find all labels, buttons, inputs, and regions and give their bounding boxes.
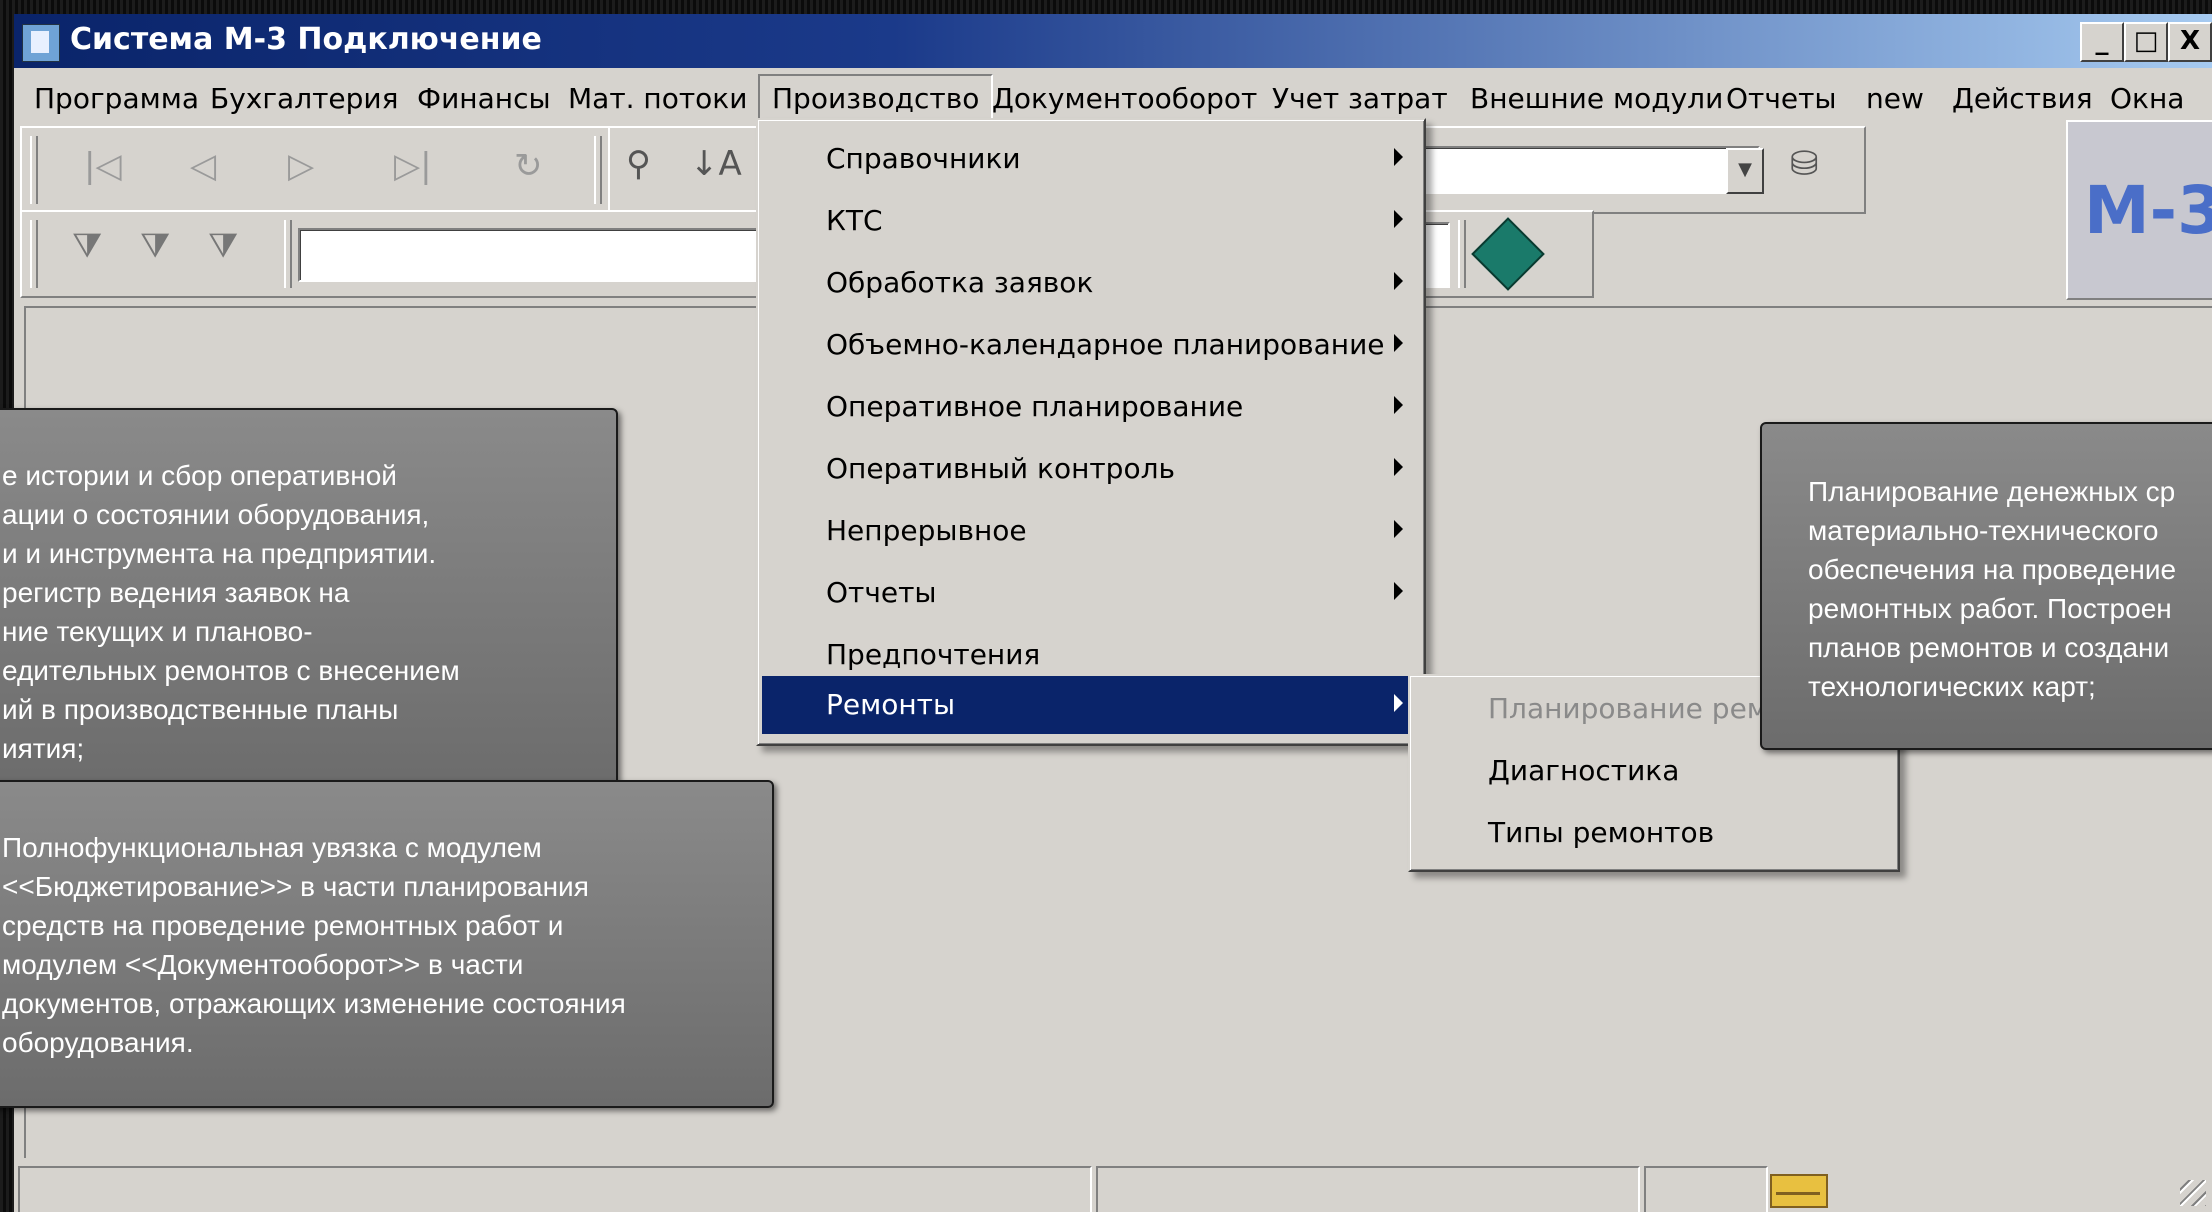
menu-item-operational-planning[interactable]: Оперативное планирование xyxy=(762,378,1420,436)
toolbar-separator xyxy=(594,136,602,204)
sort-toolbar: ⚲ ↓A xyxy=(608,126,762,214)
logo-text: М-3 xyxy=(2084,172,2212,249)
callout-planning: Планирование денежных ср материально-тех… xyxy=(1760,422,2212,750)
callout-line: регистр ведения заявок на xyxy=(2,577,350,608)
chevron-down-icon[interactable]: ▼ xyxy=(1726,148,1764,194)
refresh-icon[interactable]: ↻ xyxy=(514,146,543,186)
callout-line: оборудования. xyxy=(2,1027,194,1058)
menu-cost-accounting[interactable]: Учет затрат xyxy=(1272,82,1448,115)
status-bar xyxy=(14,1158,2212,1212)
callout-line: ий в производственные планы xyxy=(2,694,399,725)
menu-item-kts[interactable]: КТС xyxy=(762,192,1420,250)
filter-clear-icon[interactable]: ⧩ xyxy=(208,226,238,266)
maximize-button[interactable]: □ xyxy=(2124,22,2168,62)
submenu-arrow-icon xyxy=(1394,148,1403,166)
query-toolbar: ▼ ⛁ xyxy=(1414,126,1866,214)
menu-item-repair-types[interactable]: Типы ремонтов xyxy=(1412,804,1892,862)
minimize-button[interactable]: _ xyxy=(2080,22,2124,62)
submenu-arrow-icon xyxy=(1394,458,1403,476)
submenu-arrow-icon xyxy=(1394,520,1403,538)
callout-line: ние текущих и планово- xyxy=(2,616,313,647)
status-panel-2 xyxy=(1096,1166,1640,1212)
query-combobox[interactable] xyxy=(1416,146,1760,194)
menu-reports[interactable]: Отчеты xyxy=(1726,82,1837,115)
menu-item-operational-control[interactable]: Оперативный контроль xyxy=(762,440,1420,498)
submenu-arrow-icon xyxy=(1394,334,1403,352)
menu-production[interactable]: Производство xyxy=(758,74,994,121)
callout-line: модулем <<Документооборот>> в части xyxy=(2,949,524,980)
status-panel-3 xyxy=(1644,1166,1768,1212)
production-menu: Справочники КТС Обработка заявок Объемно… xyxy=(756,118,1426,746)
nav-prev-icon[interactable]: ◁ xyxy=(190,146,216,186)
resize-grip[interactable] xyxy=(2180,1180,2206,1206)
menu-finance[interactable]: Финансы xyxy=(417,82,551,115)
callout-line: планов ремонтов и создани xyxy=(1808,632,2170,663)
search-field-icon[interactable]: ⚲ xyxy=(626,144,651,184)
callout-line: и и инструмента на предприятии. xyxy=(2,538,437,569)
callout-history: е истории и сбор оперативной ации о сост… xyxy=(0,408,618,788)
callout-line: документов, отражающих изменение состоян… xyxy=(2,988,626,1019)
menu-item-diagnostics[interactable]: Диагностика xyxy=(1412,742,1892,800)
filter-toolbar: ⧩ ⧩ ⧩ xyxy=(20,210,762,298)
filter-edit-icon[interactable]: ⧩ xyxy=(140,226,170,266)
callout-line: обеспечения на проведение xyxy=(1808,554,2177,585)
submenu-arrow-icon xyxy=(1394,582,1403,600)
navigation-toolbar: |◁ ◁ ▷ ▷| ↻ xyxy=(20,126,612,214)
menu-item-volume-planning[interactable]: Объемно-календарное планирование xyxy=(762,316,1420,374)
status-panel-1 xyxy=(18,1166,1092,1212)
nav-next-icon[interactable]: ▷ xyxy=(288,146,314,186)
menu-document-flow[interactable]: Документооборот xyxy=(992,82,1257,115)
callout-line: ации о состоянии оборудования, xyxy=(2,499,430,530)
close-button[interactable]: X xyxy=(2168,22,2212,62)
callout-line: е истории и сбор оперативной xyxy=(2,460,397,491)
callout-line: средств на проведение ремонтных работ и xyxy=(2,910,564,941)
filter-add-icon[interactable]: ⧩ xyxy=(72,226,102,266)
callout-line: Полнофункциональная увязка с модулем xyxy=(2,832,542,863)
menu-material-flows[interactable]: Мат. потоки xyxy=(568,82,747,115)
filter-input[interactable] xyxy=(298,228,762,282)
submenu-arrow-icon xyxy=(1394,272,1403,290)
callout-line: иятия; xyxy=(2,733,85,764)
submenu-arrow-icon xyxy=(1394,694,1403,712)
menu-external-modules[interactable]: Внешние модули xyxy=(1470,82,1723,115)
app-icon[interactable] xyxy=(22,24,60,62)
menu-item-directories[interactable]: Справочники xyxy=(762,130,1420,188)
menu-accounting[interactable]: Бухгалтерия xyxy=(210,82,398,115)
toolbar-grip[interactable] xyxy=(30,136,38,204)
nav-first-icon[interactable]: |◁ xyxy=(84,146,122,186)
toolbar-separator xyxy=(284,220,292,288)
callout-line: ремонтных работ. Построен xyxy=(1808,593,2172,624)
menu-new[interactable]: new xyxy=(1866,82,1924,115)
toolbar-grip[interactable] xyxy=(30,220,38,288)
run-toolbar xyxy=(1414,210,1594,298)
run-icon[interactable] xyxy=(1471,217,1545,291)
menu-item-request-processing[interactable]: Обработка заявок xyxy=(762,254,1420,312)
menu-program[interactable]: Программа xyxy=(34,82,199,115)
menu-item-continuous[interactable]: Непрерывное xyxy=(762,502,1420,560)
nav-last-icon[interactable]: ▷| xyxy=(394,146,432,186)
toolbar-separator xyxy=(1458,220,1466,288)
callout-line: <<Бюджетирование>> в части планирования xyxy=(2,871,589,902)
sort-az-icon[interactable]: ↓A xyxy=(690,144,742,184)
mail-icon[interactable] xyxy=(1770,1174,1828,1208)
submenu-arrow-icon xyxy=(1394,396,1403,414)
menu-item-repairs[interactable]: Ремонты xyxy=(762,676,1416,734)
callout-line: материально-технического xyxy=(1808,515,2159,546)
callout-line: едительных ремонтов с внесением xyxy=(2,655,460,686)
menu-windows[interactable]: Окна xyxy=(2110,82,2184,115)
submenu-arrow-icon xyxy=(1394,210,1403,228)
window-title: Система М-3 Подключение xyxy=(70,22,542,57)
callout-line: Планирование денежных ср xyxy=(1808,476,2176,507)
menu-actions[interactable]: Действия xyxy=(1952,82,2093,115)
title-bar[interactable]: Система М-3 Подключение _ □ X xyxy=(14,14,2212,68)
brand-logo: М-3 xyxy=(2066,120,2212,300)
menu-item-reports[interactable]: Отчеты xyxy=(762,564,1420,622)
database-icon[interactable]: ⛁ xyxy=(1790,144,1819,184)
callout-line: технологических карт; xyxy=(1808,671,2096,702)
callout-integration: Полнофункциональная увязка с модулем <<Б… xyxy=(0,780,774,1108)
